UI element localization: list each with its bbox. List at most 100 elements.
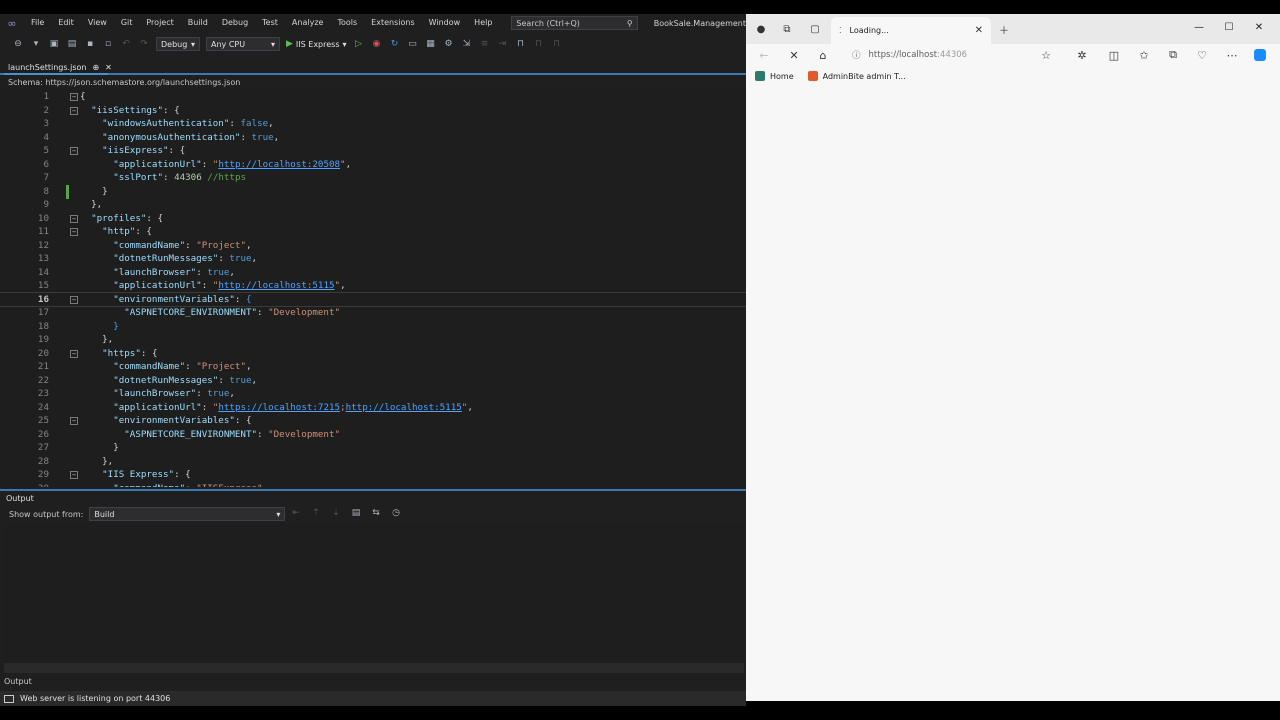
word-wrap-icon[interactable]: ⇆ — [370, 507, 382, 519]
collections-icon[interactable]: ⧉ — [1164, 46, 1182, 64]
code-line[interactable]: 7 "sslPort": 44306 //https — [0, 171, 746, 185]
code-line[interactable]: 1 −{ — [0, 90, 746, 104]
new-project-icon[interactable]: ▣ — [48, 38, 60, 50]
code-line[interactable]: 17 "ASPNETCORE_ENVIRONMENT": "Developmen… — [0, 306, 746, 320]
menu-analyze[interactable]: Analyze — [285, 14, 331, 32]
more-options-icon[interactable]: ⋯ — [1223, 46, 1241, 64]
prev-bookmark-icon[interactable]: ⊓ — [533, 38, 545, 50]
menu-help[interactable]: Help — [467, 14, 499, 32]
schema-bar[interactable]: Schema: https://json.schemastore.org/lau… — [0, 76, 746, 89]
indent-icon[interactable]: ⇥ — [497, 38, 509, 50]
prev-message-icon[interactable]: ⇡ — [310, 507, 322, 519]
stop-loading-icon[interactable]: ✕ — [785, 46, 803, 64]
align-icon[interactable]: ≡ — [479, 38, 491, 50]
menu-tools[interactable]: Tools — [330, 14, 364, 32]
fold-toggle-icon[interactable]: − — [70, 214, 78, 223]
tab-actions-icon[interactable]: ▢ — [806, 20, 824, 38]
pin-icon[interactable]: ⊕ — [92, 63, 99, 72]
output-text-area[interactable] — [4, 523, 744, 661]
code-line[interactable]: 12 "commandName": "Project", — [0, 239, 746, 253]
navigate-back-icon[interactable]: ⊖ — [12, 38, 24, 50]
code-line[interactable]: 3 "windowsAuthentication": false, — [0, 117, 746, 131]
code-line[interactable]: 8 } — [0, 185, 746, 199]
browser-tab-active[interactable]: ⁚ Loading... ✕ — [831, 17, 991, 44]
code-line[interactable]: 30 "commandName": "IISExpress", — [0, 482, 746, 488]
output-source-select[interactable]: Build ▾ — [89, 507, 286, 521]
tab-output[interactable]: Output — [4, 677, 32, 686]
menu-git[interactable]: Git — [114, 14, 140, 32]
find-message-icon[interactable]: ⇤ — [290, 507, 302, 519]
fold-toggle-icon[interactable]: − — [70, 93, 78, 101]
fold-toggle-icon[interactable]: − — [70, 147, 78, 155]
bookmark-item[interactable]: Home — [755, 71, 794, 81]
code-line[interactable]: 25 − "environmentVariables": { — [0, 414, 746, 428]
dropdown-icon[interactable]: ▾ — [30, 38, 42, 50]
menu-view[interactable]: View — [81, 14, 114, 32]
code-line[interactable]: 28 }, — [0, 455, 746, 469]
tools-icon[interactable]: ⚙ — [443, 38, 455, 50]
code-line[interactable]: 27 } — [0, 441, 746, 455]
fold-toggle-icon[interactable]: − — [70, 417, 78, 425]
code-line[interactable]: 19 }, — [0, 333, 746, 347]
home-icon[interactable]: ⌂ — [814, 46, 832, 64]
code-line[interactable]: 14 "launchBrowser": true, — [0, 266, 746, 280]
code-line[interactable]: 2 − "iisSettings": { — [0, 104, 746, 118]
bookmark-item[interactable]: AdminBite admin T... — [807, 71, 906, 81]
save-all-icon[interactable]: ▫ — [102, 38, 114, 50]
redo-icon[interactable]: ↷ — [138, 38, 150, 50]
code-line[interactable]: 20 − "https": { — [0, 347, 746, 361]
start-without-debugging-icon[interactable]: ▷ — [353, 38, 365, 50]
menu-file[interactable]: File — [24, 14, 51, 32]
platform-select[interactable]: Any CPU ▾ — [206, 37, 280, 51]
start-debugging-button[interactable]: ▶ IIS Express ▾ — [286, 39, 347, 49]
timestamp-icon[interactable]: ◷ — [390, 507, 402, 519]
favorite-star-icon[interactable]: ☆ — [1037, 46, 1055, 64]
next-bookmark-icon[interactable]: ⊓ — [551, 38, 563, 50]
code-line[interactable]: 23 "launchBrowser": true, — [0, 387, 746, 401]
split-screen-icon[interactable]: ◫ — [1105, 46, 1123, 64]
close-window-icon[interactable]: ✕ — [1244, 18, 1274, 36]
fold-toggle-icon[interactable]: − — [70, 471, 78, 479]
fold-toggle-icon[interactable]: − — [70, 106, 78, 115]
undo-icon[interactable]: ↶ — [120, 38, 132, 50]
workspaces-icon[interactable]: ⧉ — [778, 20, 796, 38]
maximize-icon[interactable]: ☐ — [1214, 18, 1244, 36]
favorites-icon[interactable]: ✩ — [1135, 46, 1153, 64]
menu-window[interactable]: Window — [422, 14, 468, 32]
code-line[interactable]: 22 "dotnetRunMessages": true, — [0, 374, 746, 388]
visual-studio-logo-icon[interactable]: ∞ — [0, 14, 24, 32]
code-line[interactable]: 4 "anonymousAuthentication": true, — [0, 131, 746, 145]
code-line[interactable]: 16 − "environmentVariables": { — [0, 291, 746, 307]
extensions-icon[interactable]: ✲ — [1073, 46, 1091, 64]
browser-essentials-icon[interactable]: ♡ — [1193, 46, 1211, 64]
next-message-icon[interactable]: ⇣ — [330, 507, 342, 519]
menu-project[interactable]: Project — [139, 14, 180, 32]
step-icon[interactable]: ⇲ — [461, 38, 473, 50]
site-info-icon[interactable]: ⓘ — [852, 49, 861, 61]
back-arrow-icon[interactable]: ← — [755, 46, 773, 64]
open-folder-icon[interactable]: ▤ — [66, 38, 78, 50]
profile-icon[interactable]: ● — [752, 20, 770, 38]
search-box[interactable]: Search (Ctrl+Q) ⚲ — [511, 16, 638, 30]
code-line[interactable]: 18 } — [0, 320, 746, 334]
fold-toggle-icon[interactable]: − — [70, 228, 78, 236]
refresh-icon[interactable]: ↻ — [389, 38, 401, 50]
address-bar[interactable]: ⓘ https://localhost:44306 — [844, 46, 1060, 64]
minimize-icon[interactable]: — — [1184, 18, 1214, 36]
code-line[interactable]: 13 "dotnetRunMessages": true, — [0, 252, 746, 266]
menu-edit[interactable]: Edit — [51, 14, 81, 32]
code-line[interactable]: 10 − "profiles": { — [0, 212, 746, 226]
code-line[interactable]: 15 "applicationUrl": "http://localhost:5… — [0, 279, 746, 293]
copilot-icon[interactable] — [1251, 46, 1269, 64]
save-icon[interactable]: ▪ — [84, 38, 96, 50]
configuration-select[interactable]: Debug ▾ — [156, 37, 200, 51]
menu-build[interactable]: Build — [181, 14, 215, 32]
hot-reload-icon[interactable]: ◉ — [371, 38, 383, 50]
code-line[interactable]: 26 "ASPNETCORE_ENVIRONMENT": "Developmen… — [0, 428, 746, 442]
clear-all-icon[interactable]: ▤ — [350, 507, 362, 519]
fold-toggle-icon[interactable]: − — [70, 295, 78, 304]
horizontal-scrollbar[interactable] — [4, 663, 744, 673]
code-editor[interactable]: 1−{2− "iisSettings": {3 "windowsAuthenti… — [0, 89, 746, 487]
close-tab-icon[interactable]: ✕ — [975, 25, 983, 36]
bookmark-icon[interactable]: ⊓ — [515, 38, 527, 50]
